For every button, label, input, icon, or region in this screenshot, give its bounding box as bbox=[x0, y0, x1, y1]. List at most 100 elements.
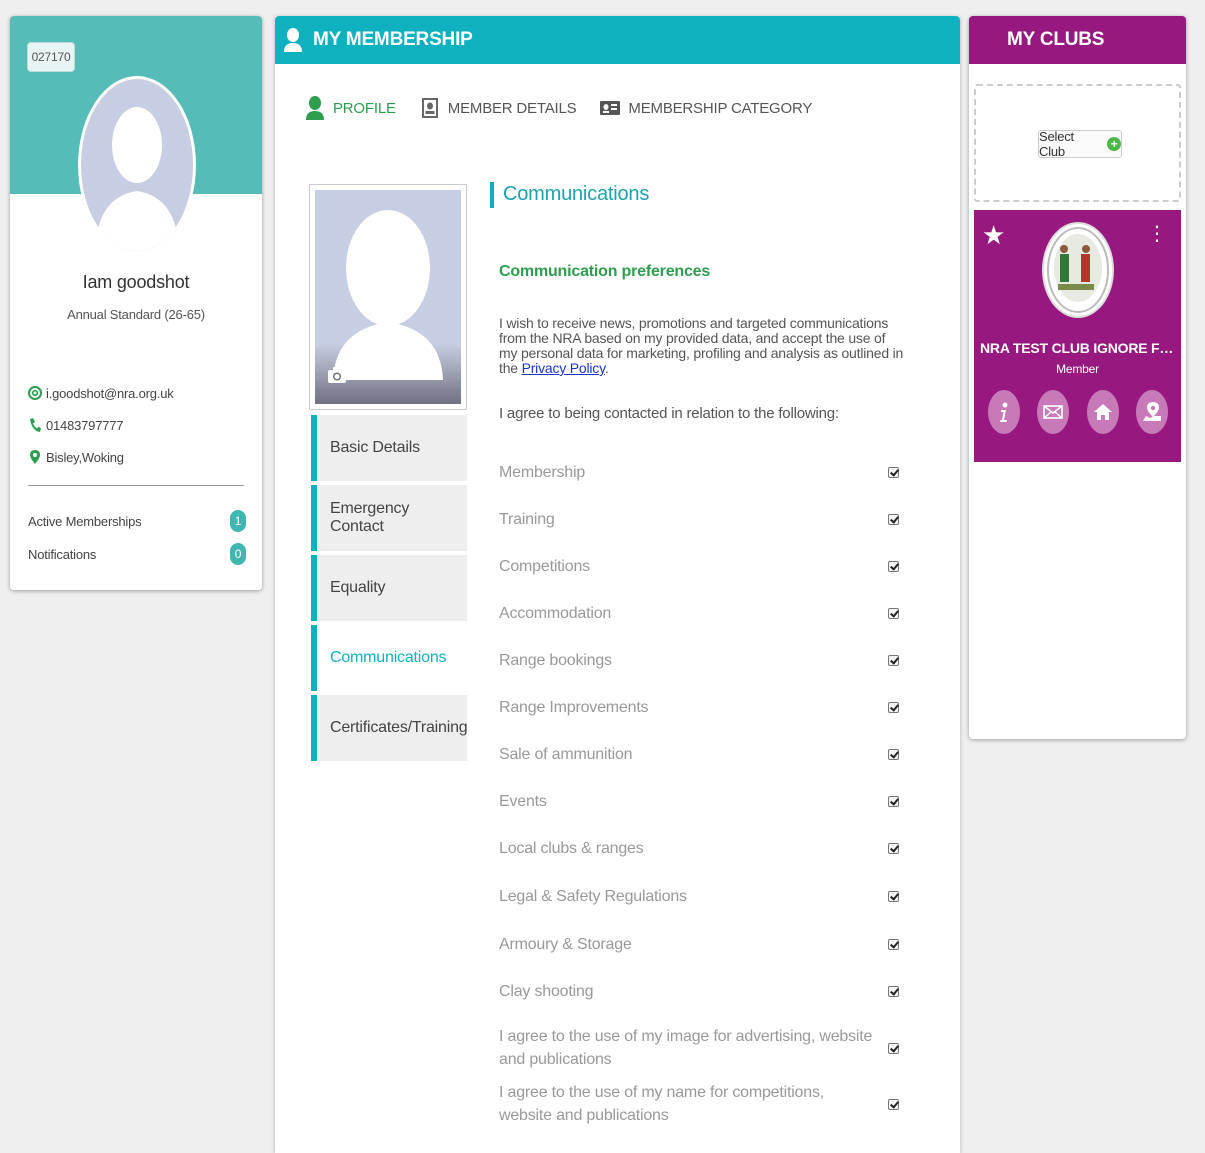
preference-row: Local clubs & ranges bbox=[499, 837, 899, 860]
preference-row: Competitions bbox=[499, 555, 899, 578]
club-name: NRA TEST CLUB IGNORE FOR ST... bbox=[980, 340, 1181, 356]
preference-checkbox[interactable] bbox=[888, 608, 899, 619]
side-nav-equality[interactable]: Equality bbox=[311, 555, 467, 621]
profile-category: Annual Standard (26-65) bbox=[67, 307, 205, 322]
side-nav-basic-details[interactable]: Basic Details bbox=[311, 415, 467, 481]
membership-header: MY MEMBERSHIP bbox=[275, 16, 960, 64]
active-memberships-label: Active Memberships bbox=[28, 513, 142, 529]
preference-row: Armoury & Storage bbox=[499, 933, 899, 956]
camera-icon[interactable] bbox=[327, 366, 347, 384]
preference-checkbox[interactable] bbox=[888, 702, 899, 713]
preference-checkbox[interactable] bbox=[888, 891, 899, 902]
preference-label: Accommodation bbox=[499, 605, 612, 622]
phone-text: 01483797777 bbox=[46, 417, 124, 433]
active-memberships-row[interactable]: Active Memberships 1 bbox=[28, 510, 246, 532]
id-card-icon bbox=[600, 96, 621, 120]
preference-label: Clay shooting bbox=[499, 983, 594, 1000]
club-card: ★ ⋮ NRA TEST CLUB IGNORE FOR ST... Membe… bbox=[974, 210, 1181, 462]
preference-checkbox[interactable] bbox=[888, 514, 899, 525]
membership-header-title: MY MEMBERSHIP bbox=[313, 29, 473, 50]
intro-end: . bbox=[604, 360, 609, 376]
membership-tabs: PROFILE MEMBER DETAILS MEMBERSHIP CATEGO… bbox=[305, 96, 836, 120]
tab-member-details-label: MEMBER DETAILS bbox=[447, 99, 577, 117]
preference-checkbox[interactable] bbox=[888, 843, 899, 854]
communications-intro: I wish to receive news, promotions and t… bbox=[499, 316, 904, 376]
notifications-row[interactable]: Notifications 0 bbox=[28, 543, 246, 565]
preference-row: I agree to the use of my name for compet… bbox=[499, 1081, 899, 1127]
preference-checkbox[interactable] bbox=[888, 561, 899, 572]
club-logo bbox=[1042, 222, 1114, 318]
tab-member-details[interactable]: MEMBER DETAILS bbox=[420, 96, 577, 120]
clubs-panel: MY CLUBS Select Club + ★ ⋮ NRA TEST CLUB… bbox=[969, 16, 1186, 739]
communication-preferences-title: Communication preferences bbox=[499, 263, 711, 280]
preference-label: Armoury & Storage bbox=[499, 936, 632, 953]
preference-label: Local clubs & ranges bbox=[499, 840, 644, 857]
preference-label: Events bbox=[499, 793, 547, 810]
preference-checkbox[interactable] bbox=[888, 467, 899, 478]
phone-icon bbox=[28, 417, 42, 433]
phone-row: 01483797777 bbox=[28, 417, 124, 433]
preference-row: Legal & Safety Regulations bbox=[499, 885, 899, 908]
preference-row: Clay shooting bbox=[499, 980, 899, 1003]
select-club-zone: Select Club + bbox=[974, 84, 1181, 202]
profile-side-nav: Basic Details Emergency Contact Equality… bbox=[311, 415, 468, 765]
preference-row: Membership bbox=[499, 461, 899, 484]
preference-label: Range bookings bbox=[499, 652, 612, 669]
home-icon[interactable] bbox=[1086, 390, 1119, 434]
select-club-button[interactable]: Select Club + bbox=[1038, 129, 1122, 159]
preference-label: Training bbox=[499, 511, 555, 528]
tab-profile[interactable]: PROFILE bbox=[305, 96, 396, 120]
star-icon[interactable]: ★ bbox=[982, 222, 1005, 248]
email-row: i.goodshot@nra.org.uk bbox=[28, 385, 174, 401]
side-nav-communications[interactable]: Communications bbox=[311, 625, 467, 691]
preference-label: Legal & Safety Regulations bbox=[499, 888, 687, 905]
plus-icon: + bbox=[1107, 137, 1121, 151]
profile-photo bbox=[309, 184, 467, 410]
mail-icon[interactable] bbox=[1037, 390, 1070, 434]
photo-placeholder-icon bbox=[315, 190, 461, 404]
preference-checkbox[interactable] bbox=[888, 1042, 899, 1054]
tab-membership-category[interactable]: MEMBERSHIP CATEGORY bbox=[600, 96, 812, 120]
preference-row: Range bookings bbox=[499, 649, 899, 672]
club-actions bbox=[988, 390, 1168, 434]
preference-label: Range Improvements bbox=[499, 699, 649, 716]
member-number: 027170 bbox=[27, 42, 75, 72]
side-nav-emergency-contact[interactable]: Emergency Contact bbox=[311, 485, 467, 551]
preference-label: Membership bbox=[499, 464, 586, 481]
preference-label: Sale of ammunition bbox=[499, 746, 633, 763]
profile-name: Iam goodshot bbox=[82, 272, 190, 292]
person-icon bbox=[305, 96, 325, 120]
section-title: Communications bbox=[490, 182, 649, 208]
at-icon bbox=[28, 385, 42, 401]
avatar bbox=[78, 76, 196, 254]
location-row: Bisley,Woking bbox=[28, 449, 124, 465]
preference-checkbox[interactable] bbox=[888, 796, 899, 807]
preference-row: Range Improvements bbox=[499, 696, 899, 719]
notifications-badge: 0 bbox=[230, 543, 246, 565]
preference-row: Training bbox=[499, 508, 899, 531]
notifications-label: Notifications bbox=[28, 546, 97, 562]
preference-checkbox[interactable] bbox=[888, 1098, 899, 1110]
preference-row: Events bbox=[499, 790, 899, 813]
email-text: i.goodshot@nra.org.uk bbox=[46, 385, 174, 401]
info-icon[interactable] bbox=[988, 390, 1020, 434]
side-nav-certificates-training[interactable]: Certificates/Training bbox=[311, 695, 468, 761]
profile-card: 027170 Iam goodshot Annual Standard (26-… bbox=[10, 16, 262, 590]
preference-label: Competitions bbox=[499, 558, 590, 575]
agree-text: I agree to being contacted in relation t… bbox=[499, 405, 839, 422]
tab-profile-label: PROFILE bbox=[333, 99, 396, 117]
location-icon[interactable] bbox=[1135, 390, 1168, 434]
active-memberships-badge: 1 bbox=[230, 510, 246, 532]
preference-label: I agree to the use of my name for compet… bbox=[499, 1084, 824, 1124]
map-pin-icon bbox=[28, 449, 42, 465]
clubs-header: MY CLUBS bbox=[969, 16, 1186, 64]
preference-checkbox[interactable] bbox=[888, 655, 899, 666]
preference-checkbox[interactable] bbox=[888, 939, 899, 950]
location-text: Bisley,Woking bbox=[46, 449, 124, 465]
preference-checkbox[interactable] bbox=[888, 749, 899, 760]
preference-checkbox[interactable] bbox=[888, 986, 899, 997]
avatar-placeholder-icon bbox=[78, 76, 196, 254]
preference-row: Accommodation bbox=[499, 602, 899, 625]
more-vertical-icon[interactable]: ⋮ bbox=[1147, 224, 1167, 244]
privacy-policy-link[interactable]: Privacy Policy bbox=[522, 360, 605, 376]
